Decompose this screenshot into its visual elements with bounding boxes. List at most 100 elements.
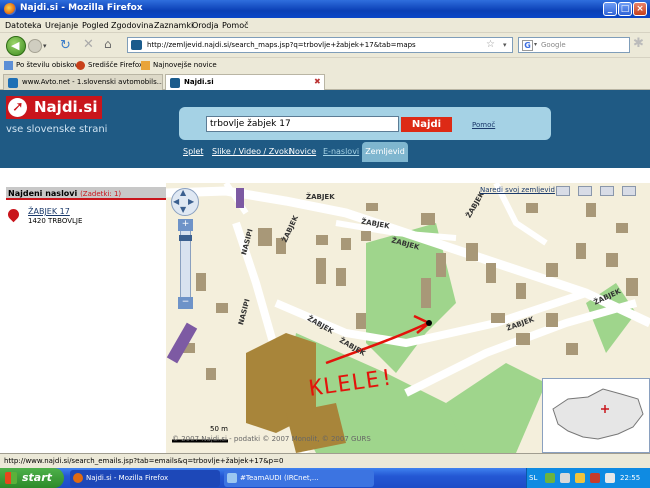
logo-arrow-glyph: ➚ bbox=[12, 99, 24, 115]
back-arrow-icon: ◀ bbox=[11, 39, 20, 52]
tab-bar: www.Avto.net - 1.slovenski avtomobils...… bbox=[0, 72, 650, 90]
result-link[interactable]: ŽABJEK 17 bbox=[28, 207, 70, 216]
tray-icon[interactable] bbox=[560, 473, 570, 483]
irc-task-icon bbox=[227, 473, 237, 483]
task-label: #TeamAUDI (IRCnet,... bbox=[240, 474, 319, 482]
window-title: Najdi.si - Mozilla Firefox bbox=[20, 3, 143, 13]
scale-label: 50 m bbox=[210, 425, 228, 433]
url-dropdown-icon[interactable]: ▾ bbox=[503, 41, 507, 49]
volume-icon[interactable] bbox=[605, 473, 615, 483]
map-copyright: © 2007 Najdi.si - podatki © 2007 Monolit… bbox=[172, 435, 371, 443]
clock[interactable]: 22:55 bbox=[620, 474, 640, 482]
slovenia-outline bbox=[552, 388, 644, 440]
tab-label: Najdi.si bbox=[184, 78, 214, 86]
make-map-link[interactable]: Naredi svoj zemljevid bbox=[480, 186, 555, 194]
bookmark-firefox-central[interactable]: Središče Firefox bbox=[88, 61, 143, 69]
green-area bbox=[446, 363, 546, 453]
window-titlebar: Najdi.si - Mozilla Firefox _ □ × bbox=[0, 0, 650, 18]
close-tab-icon[interactable]: ✖ bbox=[314, 77, 321, 86]
camera-icon[interactable] bbox=[578, 186, 592, 196]
history-dropdown-icon[interactable]: ▾ bbox=[43, 42, 47, 50]
menu-urejanje[interactable]: Urejanje bbox=[45, 21, 78, 30]
zoom-slider[interactable] bbox=[180, 219, 191, 309]
zoom-handle[interactable] bbox=[179, 235, 192, 241]
nav-novice[interactable]: Novice bbox=[289, 147, 316, 156]
email-map-icon[interactable] bbox=[556, 186, 570, 196]
query-input[interactable]: trbovlje žabjek 17 bbox=[206, 116, 399, 132]
bookmark-star-icon[interactable]: ☆ bbox=[486, 39, 495, 50]
site-favicon-icon bbox=[131, 40, 142, 50]
menu-bar: Datoteka Urejanje Pogled Zgodovina Zazna… bbox=[0, 18, 650, 33]
firefox-bookmark-icon bbox=[76, 61, 85, 70]
minimize-button[interactable]: _ bbox=[603, 2, 617, 16]
start-label: start bbox=[22, 471, 52, 484]
results-count: (Zadetki: 1) bbox=[80, 190, 122, 198]
search-button[interactable]: Najdi bbox=[401, 117, 452, 132]
location-marker bbox=[426, 320, 432, 326]
home-icon[interactable]: ⌂ bbox=[104, 37, 112, 51]
menu-zgodovina[interactable]: Zgodovina bbox=[111, 21, 153, 30]
google-icon[interactable]: G bbox=[522, 40, 533, 51]
bookmarks-toolbar: Po številu obiskov Središče Firefox Najn… bbox=[0, 57, 650, 72]
taskbar-firefox[interactable]: Najdi.si - Mozilla Firefox bbox=[70, 470, 220, 487]
close-button[interactable]: × bbox=[633, 2, 647, 16]
tray-icon[interactable] bbox=[575, 473, 585, 483]
firefox-task-icon bbox=[73, 473, 83, 483]
tab-favicon-icon bbox=[8, 78, 18, 88]
pan-down-icon[interactable]: ▼ bbox=[180, 205, 186, 214]
task-label: Najdi.si - Mozilla Firefox bbox=[86, 474, 169, 482]
pan-up-icon[interactable]: ▲ bbox=[180, 188, 186, 197]
menu-pogled[interactable]: Pogled bbox=[82, 21, 109, 30]
nav-e-naslovi[interactable]: E-naslovi bbox=[323, 147, 359, 156]
windows-logo-icon bbox=[5, 472, 17, 484]
help-link[interactable]: Pomoč bbox=[472, 121, 495, 129]
taskbar-irc[interactable]: #TeamAUDI (IRCnet,... bbox=[224, 470, 374, 487]
map-view[interactable]: ŽABJEK ŽABJEK ŽABJEK ŽABJEK ŽABJEK ŽABJE… bbox=[166, 183, 650, 453]
pan-left-icon[interactable]: ◀ bbox=[173, 197, 179, 206]
menu-orodja[interactable]: Orodja bbox=[192, 21, 219, 30]
firefox-icon bbox=[4, 3, 16, 15]
zoom-out-button[interactable]: − bbox=[178, 297, 193, 309]
tab-avto-net[interactable]: www.Avto.net - 1.slovenski avtomobils... bbox=[3, 74, 163, 90]
nav-zemljevid[interactable]: Zemljevid bbox=[362, 142, 408, 162]
tagline: vse slovenske strani bbox=[6, 124, 108, 135]
status-text: http://www.najdi.si/search_emails.jsp?ta… bbox=[4, 457, 284, 465]
tab-najdi[interactable]: Najdi.si bbox=[165, 74, 325, 90]
rss-icon bbox=[141, 61, 150, 70]
result-city: 1420 TRBOVLJE bbox=[28, 217, 83, 225]
tray-icon[interactable] bbox=[590, 473, 600, 483]
tab-label: www.Avto.net - 1.slovenski avtomobils... bbox=[22, 78, 163, 86]
reload-icon[interactable]: ↻ bbox=[60, 38, 71, 53]
engine-dropdown-icon[interactable]: ▾ bbox=[534, 41, 537, 48]
pan-right-icon[interactable]: ▶ bbox=[188, 197, 194, 206]
stop-icon[interactable]: ✕ bbox=[83, 37, 94, 52]
results-header: Najdeni naslovi (Zadetki: 1) bbox=[6, 187, 166, 200]
maximize-button[interactable]: □ bbox=[618, 2, 632, 16]
start-button[interactable]: start bbox=[0, 468, 64, 488]
search-box[interactable]: G ▾ Google bbox=[518, 37, 630, 53]
throbber-icon: ✱ bbox=[633, 36, 644, 51]
bookmark-latest-news[interactable]: Najnovejše novice bbox=[153, 61, 217, 69]
map-settings-icon[interactable] bbox=[622, 186, 636, 196]
overview-map[interactable] bbox=[542, 378, 650, 453]
tray-icon[interactable] bbox=[545, 473, 555, 483]
logo-text: Najdi.si bbox=[34, 98, 98, 116]
bookmark-most-visited[interactable]: Po številu obiskov bbox=[16, 61, 78, 69]
address-text: http://zemljevid.najdi.si/search_maps.js… bbox=[147, 41, 416, 49]
overview-canvas bbox=[552, 388, 644, 440]
results-title: Najdeni naslovi bbox=[8, 189, 78, 198]
zoom-in-button[interactable]: + bbox=[178, 219, 193, 231]
address-bar[interactable]: http://zemljevid.najdi.si/search_maps.js… bbox=[127, 37, 513, 53]
menu-datoteka[interactable]: Datoteka bbox=[5, 21, 42, 30]
najdi-logo[interactable]: ➚ Najdi.si bbox=[6, 96, 102, 119]
menu-zaznamki[interactable]: Zaznamki bbox=[154, 21, 193, 30]
forward-button[interactable] bbox=[28, 39, 42, 53]
nav-slike-video[interactable]: Slike / Video / Zvoki bbox=[212, 147, 291, 156]
search-placeholder: Google bbox=[541, 41, 566, 49]
tab-favicon-icon bbox=[170, 78, 180, 88]
menu-pomoc[interactable]: Pomoč bbox=[222, 21, 249, 30]
language-indicator[interactable]: SL bbox=[529, 474, 537, 482]
nav-splet[interactable]: Splet bbox=[183, 147, 203, 156]
print-icon[interactable] bbox=[600, 186, 614, 196]
bookmark-folder-icon bbox=[4, 61, 13, 70]
